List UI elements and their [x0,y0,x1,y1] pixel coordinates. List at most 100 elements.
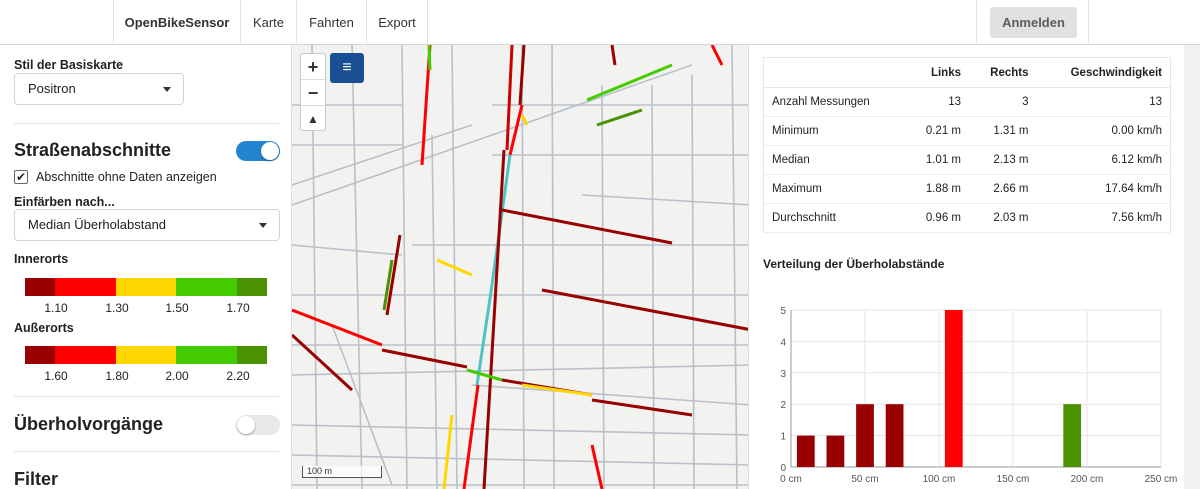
row-label: Anzahl Messungen [763,87,906,117]
chart-title: Verteilung der Überholabstände [763,257,945,271]
top-navbar: OpenBikeSensor Karte Fahrten Export Anme… [0,0,1200,45]
x-tick-label: 200 cm [1071,474,1104,485]
row-label: Durchschnitt [763,203,906,233]
nav-export[interactable]: Export [366,0,428,45]
map-settings-sidebar: Stil der Basiskarte Positron Straßenabsc… [0,45,292,489]
x-tick-label: 0 cm [780,474,802,485]
color-by-select-value: Median Überholabstand [28,217,167,232]
zoom-out-button[interactable]: − [301,80,325,106]
innerorts-color-scale [25,278,267,296]
segments-toggle[interactable] [236,141,280,161]
row-label: Median [763,145,906,175]
scale-tick: 2.20 [226,369,250,383]
scale-tick: 1.70 [226,301,250,315]
histogram-bar [796,435,815,467]
scale-tick: 1.10 [44,301,68,315]
histogram-bar [826,435,845,467]
segment-details-panel: Links Rechts Geschwindigkeit Anzahl Mess… [748,45,1184,489]
row-label: Minimum [763,116,906,146]
divider [14,123,279,124]
table-header-row: Links Rechts Geschwindigkeit [763,57,1171,88]
toggle-knob [261,142,279,160]
divider [14,451,279,452]
street-network [292,45,753,489]
y-tick-label: 3 [780,369,786,380]
table-row: Durchschnitt 0.96 m 2.03 m 7.56 km/h [763,203,1171,233]
scale-segment [237,346,267,364]
scale-segment [116,278,176,296]
column-header: Links [905,57,969,88]
scale-tick: 1.60 [44,369,68,383]
scale-segment [25,278,55,296]
cell-links: 0.96 m [905,203,969,233]
table-row: Maximum 1.88 m 2.66 m 17.64 km/h [763,174,1171,204]
scale-segment [176,278,237,296]
x-tick-label: 150 cm [997,474,1030,485]
y-tick-label: 1 [780,432,786,443]
nav-fahrten[interactable]: Fahrten [296,0,366,45]
histogram-bar [1063,404,1082,467]
chevron-down-icon [259,223,267,228]
brand-link[interactable]: OpenBikeSensor [113,0,240,45]
column-header: Geschwindigkeit [1036,57,1171,88]
table-row: Median 1.01 m 2.13 m 6.12 km/h [763,145,1171,175]
color-by-select[interactable]: Median Überholabstand [14,209,280,241]
y-tick-label: 0 [780,463,786,474]
cell-rechts: 3 [969,87,1037,117]
histogram-bar [944,310,963,467]
stats-table: Links Rechts Geschwindigkeit Anzahl Mess… [763,57,1171,233]
cell-speed: 0.00 km/h [1036,116,1171,146]
basemap-select[interactable]: Positron [14,73,184,105]
cell-rechts: 2.66 m [969,174,1037,204]
reset-north-button[interactable]: ▲ [301,106,325,132]
show-empty-label[interactable]: Abschnitte ohne Daten anzeigen [36,170,217,184]
column-header [763,57,906,88]
ausserorts-label: Außerorts [14,321,74,335]
toggle-knob [237,416,255,434]
scale-tick: 1.80 [105,369,129,383]
scale-segment [116,346,176,364]
scale-segment [55,346,116,364]
cell-speed: 6.12 km/h [1036,145,1171,175]
histogram-bar [885,404,904,467]
show-empty-checkbox[interactable]: ✔ [14,170,28,184]
cell-rechts: 2.13 m [969,145,1037,175]
cell-speed: 17.64 km/h [1036,174,1171,204]
chevron-down-icon [163,87,171,92]
x-tick-label: 250 cm [1145,474,1178,485]
scale-tick: 1.30 [105,301,129,315]
scale-segment [176,346,237,364]
x-tick-label: 50 cm [851,474,878,485]
login-button[interactable]: Anmelden [990,7,1077,38]
cell-links: 13 [905,87,969,117]
scale-segment [25,346,55,364]
table-row: Anzahl Messungen 13 3 13 [763,87,1171,117]
basemap-select-value: Positron [28,81,76,96]
scale-segment [237,278,267,296]
scale-tick: 2.00 [165,369,189,383]
hamburger-icon: ≡ [342,59,352,76]
zoom-in-button[interactable]: + [301,54,325,80]
overtake-distance-histogram: 0123450 cm 50 cm 100 cm 150 cm 200 cm 250 cm [780,306,1178,485]
scale-segment [55,278,116,296]
layers-menu-button[interactable]: ≡ [330,53,364,83]
cell-links: 1.01 m [905,145,969,175]
x-tick-label: 100 cm [923,474,956,485]
scale-tick: 1.50 [165,301,189,315]
cell-rechts: 2.03 m [969,203,1037,233]
cell-speed: 7.56 km/h [1036,203,1171,233]
y-tick-label: 4 [780,337,786,348]
overtakes-toggle[interactable] [236,415,280,435]
divider [14,396,279,397]
color-by-label: Einfärben nach... [14,195,115,209]
ausserorts-color-scale [25,346,267,364]
overtakes-heading: Überholvorgänge [14,414,164,434]
row-label: Maximum [763,174,906,204]
filter-heading: Filter [14,469,59,489]
basemap-label: Stil der Basiskarte [14,58,124,72]
nav-karte[interactable]: Karte [240,0,296,45]
login-area: Anmelden [976,0,1089,45]
zoom-control: + − ▲ [300,53,326,131]
table-row: Minimum 0.21 m 1.31 m 0.00 km/h [763,116,1171,146]
cell-speed: 13 [1036,87,1171,117]
